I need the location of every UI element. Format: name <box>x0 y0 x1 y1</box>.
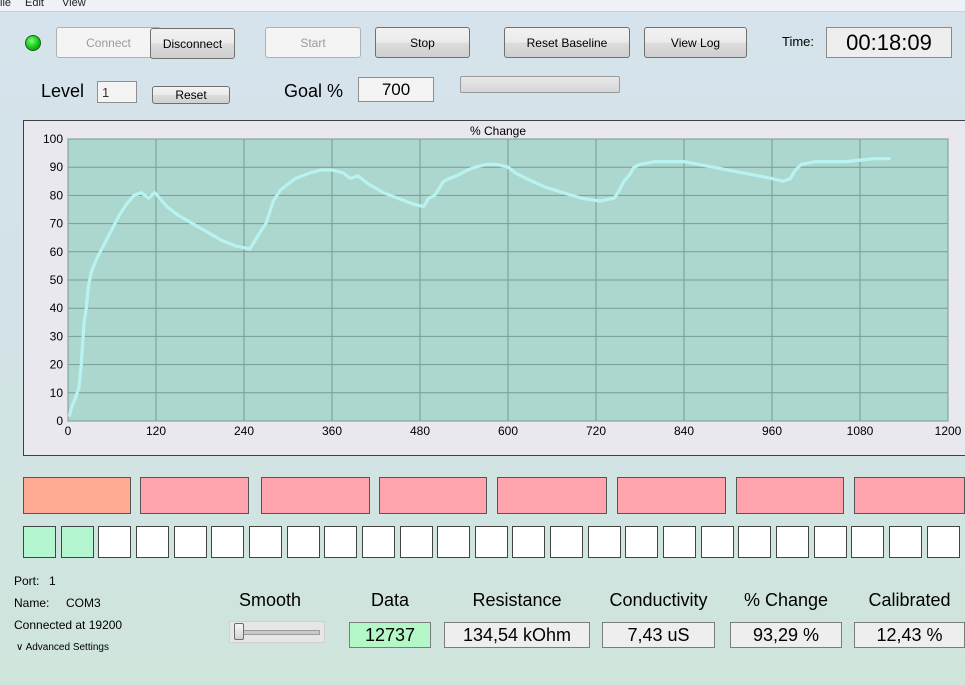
indicator-cell <box>550 526 583 558</box>
indicator-cell <box>249 526 282 558</box>
data-label: Data <box>370 590 410 610</box>
connection-status-led <box>25 35 41 51</box>
indicator-cell <box>588 526 621 558</box>
y-tick-label: 80 <box>50 188 64 202</box>
menu-edit[interactable]: Edit <box>25 0 44 9</box>
conductivity-label: Conductivity <box>609 590 708 610</box>
smooth-slider-thumb[interactable] <box>234 623 244 640</box>
y-tick-label: 90 <box>50 160 64 174</box>
indicator-cell <box>927 526 960 558</box>
x-tick-label: 840 <box>674 424 694 438</box>
x-tick-label: 480 <box>410 424 430 438</box>
y-tick-label: 10 <box>50 386 64 400</box>
y-tick-label: 0 <box>56 414 63 428</box>
indicator-cell <box>701 526 734 558</box>
indicator-bar <box>736 477 844 514</box>
indicator-cell <box>174 526 207 558</box>
indicator-cell <box>23 526 56 558</box>
resistance-label: Resistance <box>472 590 562 610</box>
indicator-bar <box>140 477 249 514</box>
calibrated-value: 12,43 % <box>854 622 965 648</box>
port-value: 1 <box>49 574 56 588</box>
indicator-cell <box>889 526 922 558</box>
x-tick-label: 1080 <box>847 424 874 438</box>
level-label: Level <box>41 81 85 101</box>
menu-view[interactable]: View <box>62 0 86 9</box>
y-tick-label: 70 <box>50 217 64 231</box>
indicator-cell <box>61 526 94 558</box>
percent-change-chart: % Change 0 120 240 360 480 600 720 840 960 1080 12… <box>23 120 965 456</box>
indicator-bar <box>854 477 965 514</box>
goal-label: Goal % <box>284 81 344 101</box>
y-tick-label: 30 <box>50 329 64 343</box>
level-reset-button[interactable]: Reset <box>152 86 230 104</box>
advanced-settings-label: Advanced Settings <box>25 642 109 653</box>
indicator-cell <box>776 526 809 558</box>
x-tick-label: 720 <box>586 424 606 438</box>
goal-percent-input[interactable]: 700 <box>358 77 434 102</box>
connect-button[interactable]: Connect <box>56 27 161 58</box>
calibrated-label: Calibrated <box>868 590 951 610</box>
percent-change-value: 93,29 % <box>730 622 842 648</box>
y-tick-label: 20 <box>50 358 64 372</box>
indicator-cell <box>738 526 771 558</box>
port-label: Port: <box>14 574 40 588</box>
percent-change-label: % Change <box>743 590 829 610</box>
name-label: Name: <box>14 596 50 610</box>
indicator-cell <box>98 526 131 558</box>
indicator-cell <box>814 526 847 558</box>
double-chevron-down-icon: ∨ <box>16 642 24 653</box>
x-tick-label: 360 <box>322 424 342 438</box>
indicator-cell <box>512 526 545 558</box>
chart-title: % Change <box>470 124 526 138</box>
time-label: Time: <box>782 34 815 49</box>
goal-progress-bar <box>460 76 620 93</box>
indicator-cell <box>663 526 696 558</box>
elapsed-time-display: 00:18:09 <box>826 27 952 58</box>
disconnect-button[interactable]: Disconnect <box>150 28 235 59</box>
y-tick-label: 40 <box>50 301 64 315</box>
chart-plot-area: 0 120 240 360 480 600 720 840 960 1080 1200 0 10 20 30… <box>43 132 962 438</box>
y-tick-label: 100 <box>43 132 63 146</box>
indicator-cell <box>287 526 320 558</box>
indicator-cell <box>136 526 169 558</box>
indicator-bar <box>23 477 131 514</box>
indicator-bar <box>617 477 726 514</box>
start-button[interactable]: Start <box>265 27 361 58</box>
indicator-cell <box>324 526 357 558</box>
level-input[interactable]: 1 <box>97 81 137 103</box>
indicator-cell <box>400 526 433 558</box>
x-tick-label: 1200 <box>935 424 962 438</box>
smooth-label: Smooth <box>238 590 302 610</box>
menu-bar: ile Edit View <box>0 0 965 12</box>
conductivity-value: 7,43 uS <box>602 622 715 648</box>
resistance-value: 134,54 kOhm <box>444 622 590 648</box>
x-tick-label: 120 <box>146 424 166 438</box>
connection-status-text: Connected at 19200 <box>14 618 123 632</box>
view-log-button[interactable]: View Log <box>644 27 747 58</box>
indicator-bar <box>261 477 370 514</box>
indicator-cell <box>362 526 395 558</box>
indicator-cell <box>475 526 508 558</box>
x-tick-label: 960 <box>762 424 782 438</box>
indicator-cell <box>851 526 884 558</box>
name-value: COM3 <box>66 596 101 610</box>
smooth-slider-groove <box>236 630 320 635</box>
x-tick-label: 240 <box>234 424 254 438</box>
indicator-cell <box>211 526 244 558</box>
menu-file[interactable]: ile <box>0 0 11 9</box>
x-tick-label: 0 <box>65 424 72 438</box>
y-tick-label: 50 <box>50 273 64 287</box>
y-tick-label: 60 <box>50 245 64 259</box>
reset-baseline-button[interactable]: Reset Baseline <box>504 27 630 58</box>
x-tick-label: 600 <box>498 424 518 438</box>
indicator-bar <box>379 477 487 514</box>
indicator-bar <box>497 477 607 514</box>
stop-button[interactable]: Stop <box>375 27 470 58</box>
chart-svg: % Change 0 120 240 360 480 600 720 840 960 1080 12… <box>43 124 962 438</box>
advanced-settings-toggle[interactable]: ∨ Advanced Settings <box>16 642 109 653</box>
indicator-cell <box>625 526 658 558</box>
indicator-cell <box>437 526 470 558</box>
data-value: 12737 <box>349 622 431 648</box>
